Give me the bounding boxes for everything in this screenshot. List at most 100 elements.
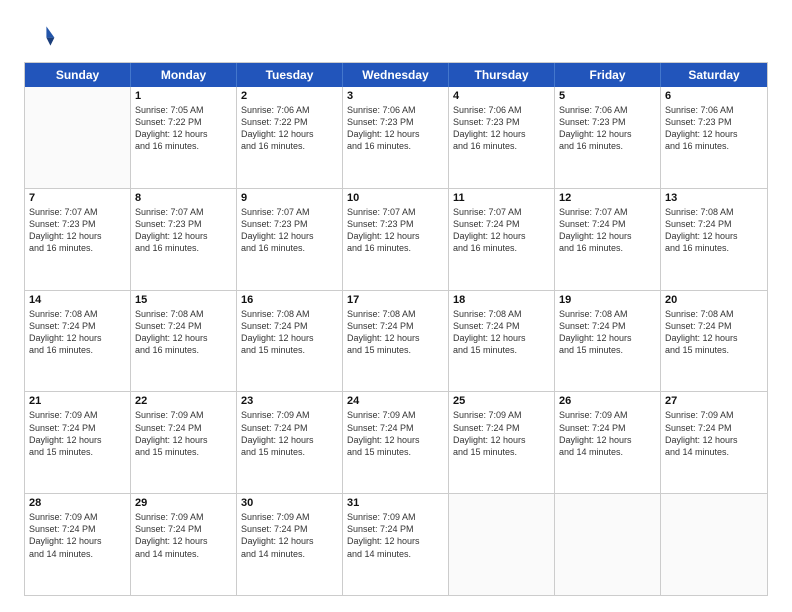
cell-info-line: Sunset: 7:24 PM — [665, 218, 763, 230]
calendar: SundayMondayTuesdayWednesdayThursdayFrid… — [24, 62, 768, 596]
day-number: 28 — [29, 497, 126, 509]
day-number: 13 — [665, 192, 763, 204]
cell-info-line: and 16 minutes. — [559, 242, 656, 254]
day-number: 23 — [241, 395, 338, 407]
day-number: 1 — [135, 90, 232, 102]
cell-info-line: Sunrise: 7:09 AM — [453, 409, 550, 421]
weekday-header-saturday: Saturday — [661, 63, 767, 87]
cell-info-line: Sunrise: 7:08 AM — [665, 206, 763, 218]
cell-info-line: Sunrise: 7:09 AM — [241, 511, 338, 523]
cell-info-line: Sunset: 7:23 PM — [559, 116, 656, 128]
cell-info-line: Sunrise: 7:08 AM — [559, 308, 656, 320]
calendar-cell — [555, 494, 661, 595]
day-number: 24 — [347, 395, 444, 407]
cell-info-line: Daylight: 12 hours — [241, 332, 338, 344]
day-number: 11 — [453, 192, 550, 204]
cell-info-line: Sunset: 7:23 PM — [453, 116, 550, 128]
cell-info-line: Sunrise: 7:06 AM — [665, 104, 763, 116]
cell-info-line: and 15 minutes. — [241, 446, 338, 458]
calendar-cell: 10Sunrise: 7:07 AMSunset: 7:23 PMDayligh… — [343, 189, 449, 290]
cell-info-line: and 15 minutes. — [347, 344, 444, 356]
cell-info-line: Sunrise: 7:08 AM — [241, 308, 338, 320]
cell-info-line: Sunset: 7:24 PM — [135, 320, 232, 332]
cell-info-line: Sunset: 7:22 PM — [135, 116, 232, 128]
day-number: 20 — [665, 294, 763, 306]
cell-info-line: Daylight: 12 hours — [347, 128, 444, 140]
cell-info-line: Daylight: 12 hours — [135, 230, 232, 242]
weekday-header-wednesday: Wednesday — [343, 63, 449, 87]
cell-info-line: and 16 minutes. — [29, 344, 126, 356]
cell-info-line: and 15 minutes. — [241, 344, 338, 356]
calendar-header: SundayMondayTuesdayWednesdayThursdayFrid… — [25, 63, 767, 87]
cell-info-line: Sunset: 7:24 PM — [241, 523, 338, 535]
cell-info-line: and 16 minutes. — [347, 140, 444, 152]
cell-info-line: Sunrise: 7:07 AM — [241, 206, 338, 218]
cell-info-line: Sunset: 7:24 PM — [347, 320, 444, 332]
cell-info-line: and 15 minutes. — [135, 446, 232, 458]
calendar-cell: 15Sunrise: 7:08 AMSunset: 7:24 PMDayligh… — [131, 291, 237, 392]
cell-info-line: and 16 minutes. — [29, 242, 126, 254]
calendar-cell: 27Sunrise: 7:09 AMSunset: 7:24 PMDayligh… — [661, 392, 767, 493]
cell-info-line: Daylight: 12 hours — [347, 332, 444, 344]
cell-info-line: and 14 minutes. — [665, 446, 763, 458]
day-number: 9 — [241, 192, 338, 204]
cell-info-line: Sunrise: 7:06 AM — [347, 104, 444, 116]
day-number: 3 — [347, 90, 444, 102]
calendar-cell — [25, 87, 131, 188]
calendar-cell: 6Sunrise: 7:06 AMSunset: 7:23 PMDaylight… — [661, 87, 767, 188]
cell-info-line: and 14 minutes. — [559, 446, 656, 458]
cell-info-line: and 14 minutes. — [29, 548, 126, 560]
calendar-cell: 29Sunrise: 7:09 AMSunset: 7:24 PMDayligh… — [131, 494, 237, 595]
cell-info-line: and 16 minutes. — [135, 344, 232, 356]
cell-info-line: Sunrise: 7:09 AM — [135, 409, 232, 421]
cell-info-line: Sunset: 7:24 PM — [665, 320, 763, 332]
cell-info-line: and 16 minutes. — [665, 242, 763, 254]
cell-info-line: and 15 minutes. — [453, 446, 550, 458]
cell-info-line: Sunrise: 7:06 AM — [241, 104, 338, 116]
cell-info-line: Sunrise: 7:08 AM — [135, 308, 232, 320]
cell-info-line: and 16 minutes. — [559, 140, 656, 152]
cell-info-line: Daylight: 12 hours — [347, 535, 444, 547]
cell-info-line: Sunset: 7:24 PM — [241, 422, 338, 434]
cell-info-line: Sunrise: 7:09 AM — [665, 409, 763, 421]
day-number: 26 — [559, 395, 656, 407]
cell-info-line: Daylight: 12 hours — [559, 332, 656, 344]
cell-info-line: Sunrise: 7:07 AM — [453, 206, 550, 218]
day-number: 18 — [453, 294, 550, 306]
day-number: 12 — [559, 192, 656, 204]
cell-info-line: and 15 minutes. — [453, 344, 550, 356]
cell-info-line: Sunset: 7:23 PM — [29, 218, 126, 230]
calendar-cell: 21Sunrise: 7:09 AMSunset: 7:24 PMDayligh… — [25, 392, 131, 493]
cell-info-line: Daylight: 12 hours — [347, 434, 444, 446]
cell-info-line: Sunset: 7:24 PM — [665, 422, 763, 434]
cell-info-line: and 16 minutes. — [453, 242, 550, 254]
calendar-cell: 11Sunrise: 7:07 AMSunset: 7:24 PMDayligh… — [449, 189, 555, 290]
day-number: 15 — [135, 294, 232, 306]
cell-info-line: Daylight: 12 hours — [241, 230, 338, 242]
day-number: 2 — [241, 90, 338, 102]
cell-info-line: Sunrise: 7:09 AM — [135, 511, 232, 523]
cell-info-line: Sunset: 7:23 PM — [665, 116, 763, 128]
calendar-cell — [661, 494, 767, 595]
day-number: 6 — [665, 90, 763, 102]
cell-info-line: Sunrise: 7:08 AM — [347, 308, 444, 320]
cell-info-line: Sunset: 7:24 PM — [453, 218, 550, 230]
calendar-cell — [449, 494, 555, 595]
cell-info-line: Sunrise: 7:09 AM — [347, 511, 444, 523]
calendar-cell: 9Sunrise: 7:07 AMSunset: 7:23 PMDaylight… — [237, 189, 343, 290]
day-number: 7 — [29, 192, 126, 204]
cell-info-line: and 15 minutes. — [29, 446, 126, 458]
cell-info-line: Sunrise: 7:07 AM — [559, 206, 656, 218]
cell-info-line: Daylight: 12 hours — [453, 128, 550, 140]
calendar-cell: 26Sunrise: 7:09 AMSunset: 7:24 PMDayligh… — [555, 392, 661, 493]
cell-info-line: Daylight: 12 hours — [29, 535, 126, 547]
calendar-cell: 7Sunrise: 7:07 AMSunset: 7:23 PMDaylight… — [25, 189, 131, 290]
cell-info-line: Sunset: 7:24 PM — [347, 523, 444, 535]
cell-info-line: Daylight: 12 hours — [241, 128, 338, 140]
logo — [24, 20, 60, 52]
weekday-header-tuesday: Tuesday — [237, 63, 343, 87]
day-number: 21 — [29, 395, 126, 407]
cell-info-line: and 15 minutes. — [665, 344, 763, 356]
cell-info-line: Sunset: 7:23 PM — [135, 218, 232, 230]
cell-info-line: Daylight: 12 hours — [665, 434, 763, 446]
